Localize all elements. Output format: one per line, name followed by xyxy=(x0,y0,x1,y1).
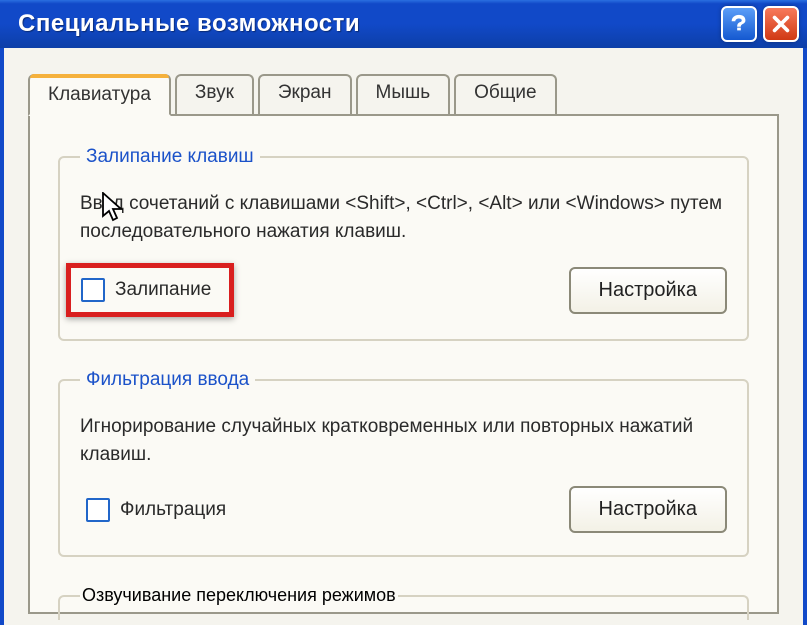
tab-display[interactable]: Экран xyxy=(258,74,352,114)
group-filter-keys: Фильтрация ввода Игнорирование случайных… xyxy=(58,369,749,557)
button-label: Настройка xyxy=(599,498,697,520)
help-button[interactable] xyxy=(721,6,757,42)
group-row: Залипание Настройка xyxy=(80,263,727,317)
sticky-keys-label: Залипание xyxy=(115,279,211,301)
tab-sound[interactable]: Звук xyxy=(175,74,254,114)
group-description: Ввод сочетаний с клавишами <Shift>, <Ctr… xyxy=(80,190,727,245)
close-button[interactable] xyxy=(763,6,799,42)
accessibility-window: Специальные возможности Клавиатура Звук … xyxy=(0,0,807,625)
group-row: Фильтрация Настройка xyxy=(80,486,727,533)
sticky-keys-settings-button[interactable]: Настройка xyxy=(569,267,727,314)
sticky-keys-checkbox[interactable] xyxy=(81,278,105,302)
filter-keys-checkbox-wrap: Фильтрация xyxy=(80,492,236,528)
button-label: Настройка xyxy=(599,279,697,301)
titlebar: Специальные возможности xyxy=(0,0,807,48)
close-icon xyxy=(770,13,792,35)
filter-keys-label: Фильтрация xyxy=(120,499,226,521)
tab-keyboard[interactable]: Клавиатура xyxy=(28,74,171,116)
tab-label: Экран xyxy=(278,82,332,103)
group-sticky-keys: Залипание клавиш Ввод сочетаний с клавиш… xyxy=(58,146,749,341)
tabs-row: Клавиатура Звук Экран Мышь Общие xyxy=(28,74,779,114)
group-legend: Фильтрация ввода xyxy=(80,369,255,391)
tab-general[interactable]: Общие xyxy=(454,74,556,114)
client-area: Клавиатура Звук Экран Мышь Общие Залипан… xyxy=(0,48,807,625)
tab-label: Клавиатура xyxy=(48,84,151,105)
filter-keys-settings-button[interactable]: Настройка xyxy=(569,486,727,533)
group-description: Игнорирование случайных кратковременных … xyxy=(80,413,727,468)
tab-label: Звук xyxy=(195,82,234,103)
tab-mouse[interactable]: Мышь xyxy=(356,74,451,114)
filter-keys-checkbox[interactable] xyxy=(86,498,110,522)
titlebar-buttons xyxy=(721,6,799,42)
tab-panel-keyboard: Залипание клавиш Ввод сочетаний с клавиш… xyxy=(28,114,779,614)
window-title: Специальные возможности xyxy=(18,10,721,38)
group-toggle-keys: Озвучивание переключения режимов xyxy=(58,585,749,620)
tab-label: Общие xyxy=(474,82,536,103)
group-legend: Озвучивание переключения режимов xyxy=(80,585,398,606)
sticky-keys-checkbox-highlight: Залипание xyxy=(66,263,234,317)
help-icon xyxy=(728,13,750,35)
tab-label: Мышь xyxy=(376,82,431,103)
group-legend: Залипание клавиш xyxy=(80,146,260,168)
